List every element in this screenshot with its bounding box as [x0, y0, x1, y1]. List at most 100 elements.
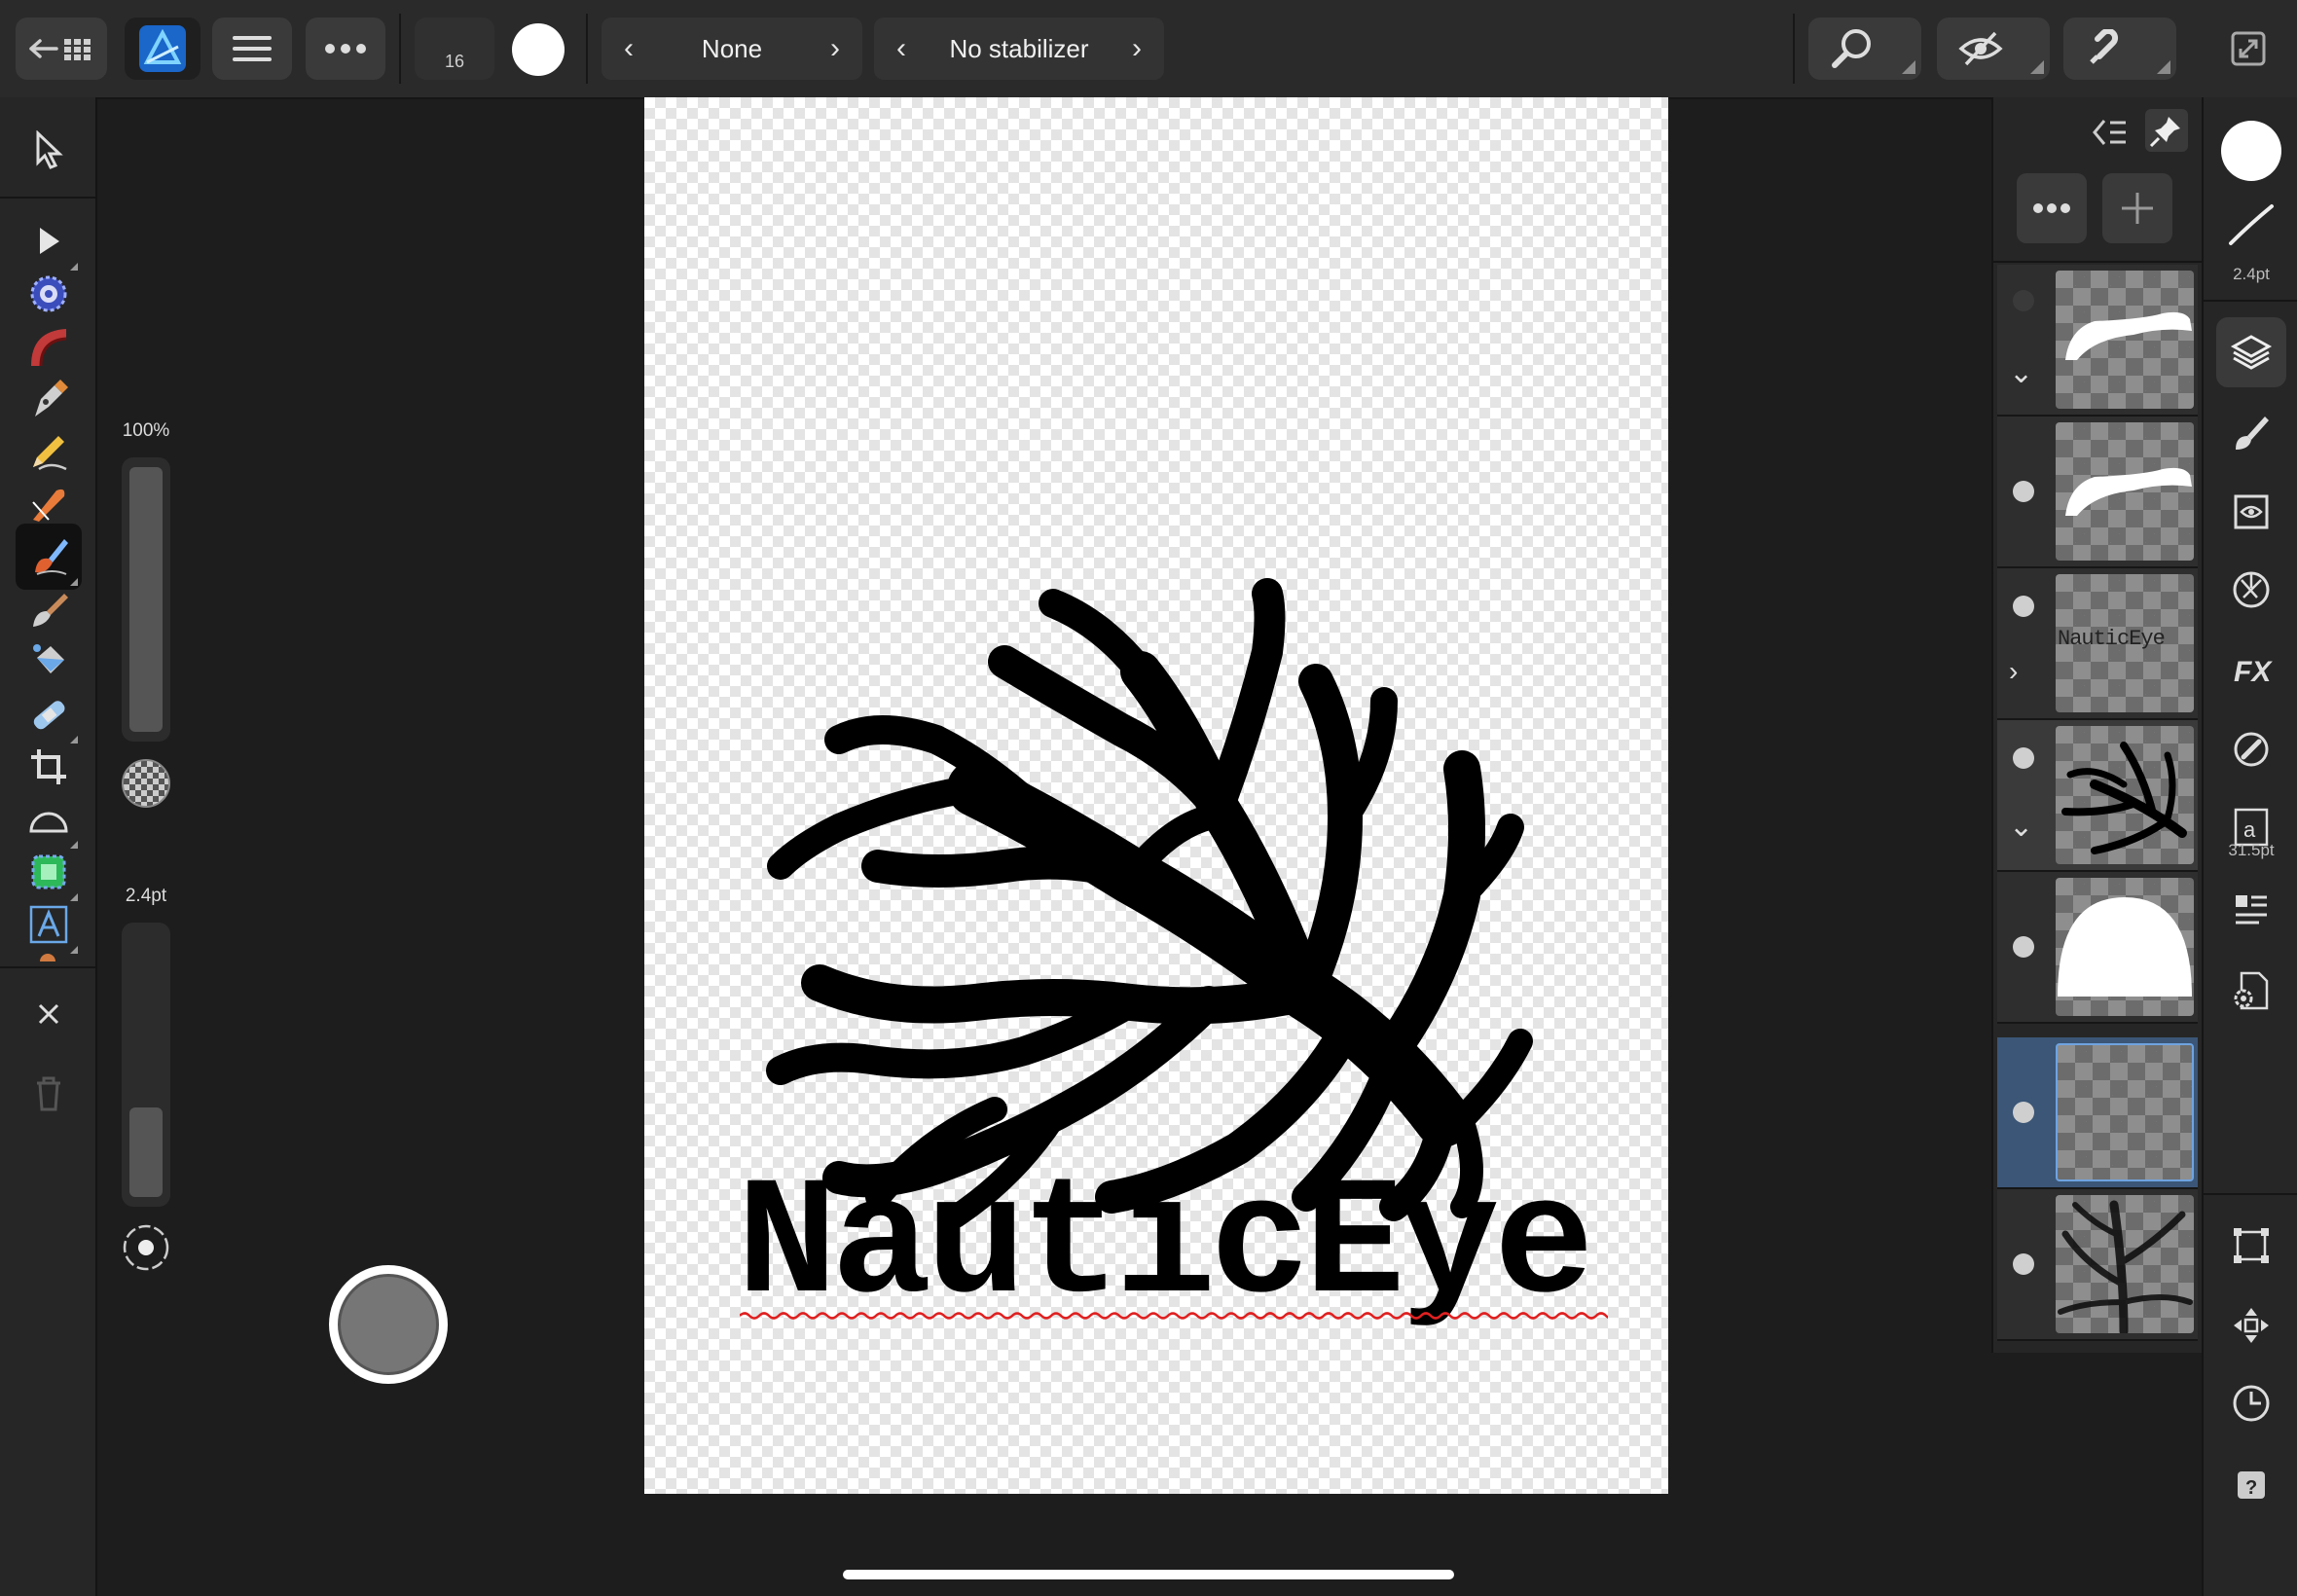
layers-panel: ⌄ › NauticEye ⌄ — [1991, 97, 2202, 1353]
layer-thumbnail — [2056, 726, 2194, 864]
brush-icon — [33, 594, 68, 627]
stroke-width-label: 2.4pt — [2233, 265, 2270, 283]
layer-thumbnail — [2056, 422, 2194, 561]
pen-nib-icon — [35, 380, 68, 417]
shape-icon — [29, 812, 68, 833]
divider — [2204, 1193, 2297, 1195]
chevron-right-icon[interactable]: › — [823, 32, 847, 65]
styles-studio-button[interactable] — [2216, 714, 2286, 784]
chevron-right-icon[interactable]: › — [2009, 656, 2018, 687]
layer-options-button[interactable] — [2017, 173, 2087, 243]
modifier-button[interactable] — [329, 1265, 448, 1384]
stabilizer-selector[interactable]: ‹ No stabilizer › — [874, 18, 1164, 80]
fx-studio-button[interactable]: FX — [2216, 635, 2286, 705]
fullscreen-button[interactable] — [2229, 29, 2268, 68]
width-slider[interactable] — [122, 923, 170, 1207]
delete-button[interactable] — [16, 1061, 82, 1127]
fx-icon: FX — [2234, 656, 2273, 688]
brushes-studio-button[interactable] — [2216, 397, 2286, 467]
layer-thumbnail: NauticEye — [2056, 574, 2194, 712]
layer-thumbnail — [2056, 271, 2194, 409]
more-tools-indicator — [31, 954, 64, 961]
more-options-button[interactable] — [306, 18, 385, 80]
transform-studio-button[interactable] — [2216, 1211, 2286, 1281]
pin-panel-button[interactable] — [2145, 109, 2188, 152]
color-swatch[interactable] — [512, 23, 565, 76]
pin-icon — [2149, 117, 2180, 148]
opacity-value: 100% — [122, 420, 170, 441]
chevron-right-icon[interactable]: › — [1125, 32, 1148, 65]
layers-studio-button[interactable] — [2216, 317, 2286, 387]
spellcheck-underline — [740, 1312, 1608, 1320]
document-canvas[interactable]: NauticEye — [644, 97, 1668, 1494]
paragraph-studio-button[interactable] — [2216, 876, 2286, 946]
view-mode-button[interactable] — [1937, 18, 2050, 80]
chevron-left-icon[interactable]: ‹ — [617, 32, 640, 65]
layer-row-selected[interactable] — [1997, 1037, 2198, 1189]
chevron-left-icon[interactable]: ‹ — [890, 32, 913, 65]
svg-text:FX: FX — [2234, 656, 2273, 688]
move-tool[interactable] — [16, 117, 82, 183]
divider — [586, 14, 588, 84]
add-layer-button[interactable] — [2102, 173, 2172, 243]
navigator-studio-button[interactable] — [2216, 1290, 2286, 1360]
text-tool[interactable] — [16, 891, 82, 958]
document-settings-button[interactable] — [2216, 956, 2286, 1026]
layer-visibility-toggle[interactable] — [2013, 290, 2034, 311]
layer-row[interactable] — [1997, 872, 2198, 1024]
brush-size-button[interactable]: 16 — [415, 18, 494, 80]
layer-visibility-toggle[interactable] — [2013, 596, 2034, 617]
plus-icon — [2122, 193, 2153, 224]
affinity-photo-icon — [139, 25, 186, 72]
help-button[interactable]: ? — [2216, 1450, 2286, 1520]
arrow-pointer-icon — [36, 130, 63, 169]
blend-mode-selector[interactable]: ‹ None › — [602, 18, 862, 80]
ellipsis-icon — [2033, 203, 2070, 213]
color-studio-swatch[interactable] — [2221, 121, 2281, 181]
layer-visibility-toggle[interactable] — [2013, 936, 2034, 958]
pressure-toggle[interactable] — [122, 1223, 170, 1272]
layer-row[interactable] — [1997, 1189, 2198, 1341]
chevron-down-icon[interactable]: ⌄ — [2009, 356, 2033, 390]
close-button[interactable] — [16, 981, 82, 1047]
gradient-icon — [31, 329, 67, 367]
layer-visibility-toggle[interactable] — [2013, 1102, 2034, 1123]
thumbnail-text: NauticEye — [2058, 627, 2166, 651]
dropdown-indicator — [2030, 60, 2044, 74]
studio-bar: 2.4pt FX a 31.5pt ? — [2202, 97, 2297, 1596]
width-value: 2.4pt — [125, 886, 167, 906]
opacity-slider[interactable] — [122, 457, 170, 742]
zoom-view-button[interactable] — [1808, 18, 1921, 80]
chevron-down-icon[interactable]: ⌄ — [2009, 810, 2033, 844]
back-grid-icon — [29, 39, 91, 60]
persona-button[interactable] — [125, 18, 201, 80]
divider — [1793, 14, 1795, 84]
menu-button[interactable] — [212, 18, 292, 80]
channels-studio-button[interactable] — [2216, 477, 2286, 547]
layer-visibility-toggle[interactable] — [2013, 747, 2034, 769]
opacity-slider-fill — [129, 467, 163, 732]
ellipsis-icon — [325, 44, 366, 54]
layer-row[interactable]: ⌄ — [1997, 720, 2198, 872]
bandage-icon — [33, 701, 65, 730]
layer-visibility-toggle[interactable] — [2013, 1253, 2034, 1275]
layer-row[interactable]: › NauticEye — [1997, 568, 2198, 720]
panel-collapse-icon — [2093, 120, 2126, 145]
layer-visibility-toggle[interactable] — [2013, 481, 2034, 502]
opacity-toggle[interactable] — [122, 759, 170, 808]
clock-icon — [2233, 1385, 2270, 1422]
layer-thumbnail — [2056, 1195, 2194, 1333]
history-studio-button[interactable] — [2216, 1368, 2286, 1438]
expand-icon — [2231, 31, 2266, 66]
stroke-icon — [2229, 204, 2274, 245]
layer-row[interactable]: ⌄ — [1997, 265, 2198, 417]
stroke-studio-button[interactable] — [2225, 199, 2278, 251]
gallery-back-button[interactable] — [16, 18, 107, 80]
layer-row[interactable] — [1997, 417, 2198, 568]
target-icon — [30, 275, 67, 312]
snapping-button[interactable] — [2063, 18, 2176, 80]
help-icon: ? — [2238, 1471, 2265, 1499]
adjustments-studio-button[interactable] — [2216, 555, 2286, 625]
logo-wordmark[interactable]: NauticEye — [737, 1163, 1594, 1330]
collapse-panel-button[interactable] — [2091, 115, 2130, 150]
